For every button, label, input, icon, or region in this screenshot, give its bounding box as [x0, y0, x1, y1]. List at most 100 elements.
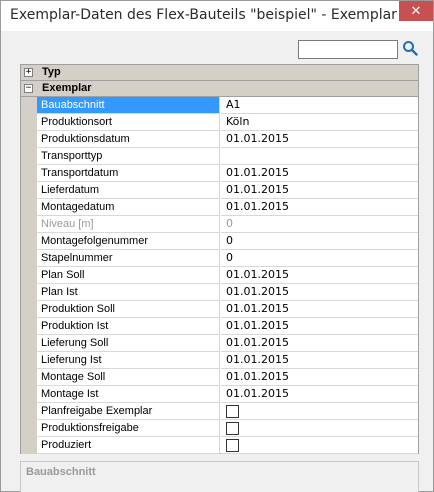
property-row[interactable]: Stapelnummer 0	[21, 250, 418, 267]
property-row[interactable]: Produktionsdatum 01.01.2015	[21, 131, 418, 148]
property-row[interactable]: Niveau [m] 0	[21, 216, 418, 233]
property-value[interactable]: 01.01.2015	[221, 386, 418, 403]
property-name[interactable]: Transporttyp	[37, 148, 220, 165]
property-row[interactable]: Produziert	[21, 437, 418, 454]
property-name[interactable]: Produktionsdatum	[37, 131, 220, 148]
property-row[interactable]: Montagefolgenummer 0	[21, 233, 418, 250]
property-name[interactable]: Niveau [m]	[37, 216, 220, 233]
property-name[interactable]: Lieferung Soll	[37, 335, 220, 352]
row-gutter	[21, 216, 37, 233]
property-value[interactable]: 0	[221, 250, 418, 267]
property-value[interactable]: 01.01.2015	[221, 284, 418, 301]
property-name[interactable]: Montage Ist	[37, 386, 220, 403]
property-value[interactable]: 01.01.2015	[221, 369, 418, 386]
property-row[interactable]: Produktionsfreigabe	[21, 420, 418, 437]
property-checkbox[interactable]	[226, 405, 239, 418]
property-value[interactable]	[221, 148, 418, 165]
property-value[interactable]: Köln	[221, 114, 418, 131]
property-value[interactable]: 01.01.2015	[221, 352, 418, 369]
property-name[interactable]: Plan Soll	[37, 267, 220, 284]
property-name[interactable]: Produktion Ist	[37, 318, 220, 335]
property-row[interactable]: Transportdatum 01.01.2015	[21, 165, 418, 182]
property-checkbox[interactable]	[226, 422, 239, 435]
property-row[interactable]: Montagedatum 01.01.2015	[21, 199, 418, 216]
property-name[interactable]: Lieferung Ist	[37, 352, 220, 369]
close-icon: ✕	[410, 3, 422, 19]
row-gutter	[21, 352, 37, 369]
property-row[interactable]: Planfreigabe Exemplar	[21, 403, 418, 420]
row-gutter	[21, 131, 37, 148]
window-title: Exemplar-Daten des Flex-Bauteils "beispi…	[10, 7, 397, 23]
property-name[interactable]: Montagefolgenummer	[37, 233, 220, 250]
row-gutter	[21, 250, 37, 267]
category-label: Exemplar	[42, 82, 92, 94]
row-gutter	[21, 97, 37, 114]
property-name[interactable]: Planfreigabe Exemplar	[37, 403, 220, 420]
property-row[interactable]: Lieferung Ist 01.01.2015	[21, 352, 418, 369]
row-gutter	[21, 148, 37, 165]
property-name[interactable]: Produktionsfreigabe	[37, 420, 220, 437]
category-exemplar[interactable]: − Exemplar	[21, 81, 418, 97]
property-value-cell	[221, 420, 418, 437]
property-row[interactable]: Plan Soll 01.01.2015	[21, 267, 418, 284]
property-value[interactable]: 0	[221, 233, 418, 250]
row-gutter	[21, 403, 37, 420]
property-value[interactable]: 01.01.2015	[221, 318, 418, 335]
row-gutter	[21, 199, 37, 216]
property-row[interactable]: Bauabschnitt A1	[21, 97, 418, 114]
property-row[interactable]: Lieferung Soll 01.01.2015	[21, 335, 418, 352]
property-row[interactable]: Plan Ist 01.01.2015	[21, 284, 418, 301]
property-row[interactable]: Montage Ist 01.01.2015	[21, 386, 418, 403]
property-row[interactable]: Produktionsort Köln	[21, 114, 418, 131]
property-name[interactable]: Bauabschnitt	[37, 97, 220, 114]
search-icon[interactable]	[402, 40, 418, 56]
property-value[interactable]: 0	[221, 216, 418, 233]
property-checkbox[interactable]	[226, 439, 239, 452]
row-gutter	[21, 318, 37, 335]
description-title: Bauabschnitt	[26, 466, 96, 478]
row-gutter	[21, 182, 37, 199]
property-value[interactable]: 01.01.2015	[221, 335, 418, 352]
property-value[interactable]: 01.01.2015	[221, 267, 418, 284]
row-gutter	[21, 233, 37, 250]
category-typ[interactable]: + Typ	[21, 65, 418, 81]
property-value-cell	[221, 403, 418, 420]
property-value[interactable]: 01.01.2015	[221, 301, 418, 318]
property-row[interactable]: Produktion Soll 01.01.2015	[21, 301, 418, 318]
property-name[interactable]: Produktionsort	[37, 114, 220, 131]
property-value[interactable]: 01.01.2015	[221, 199, 418, 216]
property-row[interactable]: Produktion Ist 01.01.2015	[21, 318, 418, 335]
close-button[interactable]: ✕	[399, 1, 433, 21]
row-gutter	[21, 301, 37, 318]
property-name[interactable]: Plan Ist	[37, 284, 220, 301]
row-gutter	[21, 267, 37, 284]
property-name[interactable]: Montagedatum	[37, 199, 220, 216]
property-value[interactable]: 01.01.2015	[221, 182, 418, 199]
property-row[interactable]: Transporttyp	[21, 148, 418, 165]
property-name[interactable]: Produktion Soll	[37, 301, 220, 318]
property-name[interactable]: Stapelnummer	[37, 250, 220, 267]
row-gutter	[21, 114, 37, 131]
row-gutter	[21, 335, 37, 352]
property-value[interactable]: 01.01.2015	[221, 165, 418, 182]
property-name[interactable]: Transportdatum	[37, 165, 220, 182]
property-value[interactable]: 01.01.2015	[221, 131, 418, 148]
row-gutter	[21, 386, 37, 403]
property-name[interactable]: Montage Soll	[37, 369, 220, 386]
category-label: Typ	[42, 66, 61, 78]
property-value[interactable]: A1	[221, 97, 418, 114]
property-name[interactable]: Produziert	[37, 437, 220, 454]
property-value-cell	[221, 437, 418, 454]
row-gutter	[21, 165, 37, 182]
title-bar: Exemplar-Daten des Flex-Bauteils "beispi…	[1, 1, 433, 31]
search-input[interactable]	[298, 40, 398, 59]
row-gutter	[21, 420, 37, 437]
property-row[interactable]: Montage Soll 01.01.2015	[21, 369, 418, 386]
description-panel: Bauabschnitt	[20, 461, 419, 492]
property-row[interactable]: Lieferdatum 01.01.2015	[21, 182, 418, 199]
dialog-window: Exemplar-Daten des Flex-Bauteils "beispi…	[0, 0, 434, 492]
collapse-icon[interactable]: −	[24, 84, 33, 93]
property-name[interactable]: Lieferdatum	[37, 182, 220, 199]
row-gutter	[21, 284, 37, 301]
expand-icon[interactable]: +	[24, 68, 33, 77]
